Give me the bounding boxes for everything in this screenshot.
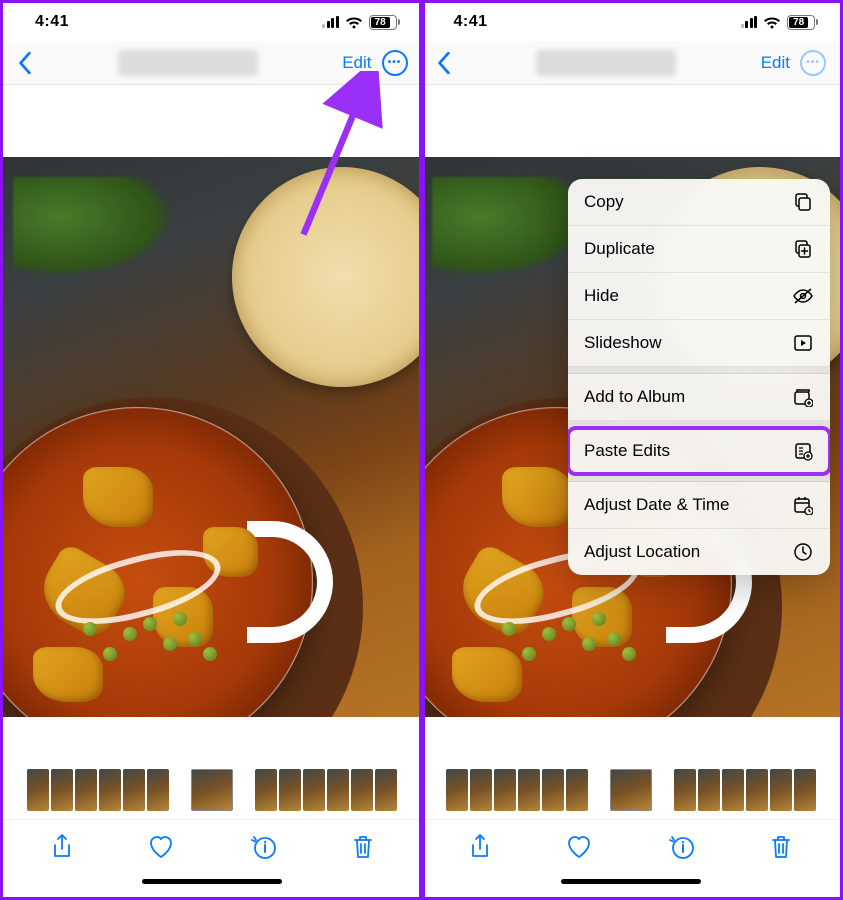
menu-label: Slideshow: [584, 333, 662, 353]
nav-bar: Edit •••: [3, 41, 422, 85]
location-icon: [792, 541, 814, 563]
photo-title-redacted: [118, 50, 258, 76]
right-screenshot: 4:41 78 Edit •••: [422, 3, 841, 897]
share-icon[interactable]: [50, 833, 74, 861]
bottom-toolbar: [3, 819, 422, 873]
photo-title-redacted: [536, 50, 676, 76]
wifi-icon: [763, 16, 781, 29]
duplicate-icon: [792, 238, 814, 260]
slideshow-icon: [792, 332, 814, 354]
panel-divider: [419, 3, 425, 897]
menu-item-add-to-album[interactable]: Add to Album: [568, 374, 830, 421]
back-button[interactable]: [17, 52, 33, 74]
menu-item-hide[interactable]: Hide: [568, 273, 830, 320]
status-bar: 4:41 78: [3, 3, 422, 41]
share-icon[interactable]: [468, 833, 492, 861]
home-indicator: [3, 873, 422, 897]
edit-button[interactable]: Edit: [342, 53, 371, 73]
menu-item-copy[interactable]: Copy: [568, 179, 830, 226]
menu-label: Hide: [584, 286, 619, 306]
copy-icon: [792, 191, 814, 213]
menu-item-adjust-location[interactable]: Adjust Location: [568, 529, 830, 575]
edit-button[interactable]: Edit: [761, 53, 790, 73]
menu-label: Adjust Date & Time: [584, 495, 730, 515]
status-time: 4:41: [35, 13, 322, 31]
menu-item-slideshow[interactable]: Slideshow: [568, 320, 830, 367]
more-button[interactable]: •••: [382, 50, 408, 76]
context-menu: Copy Duplicate Hide Slideshow Add t: [568, 179, 830, 575]
home-indicator: [422, 873, 841, 897]
thumbnail-strip[interactable]: [3, 761, 422, 819]
favorite-icon[interactable]: [565, 834, 593, 860]
calendar-icon: [792, 494, 814, 516]
photo-preview[interactable]: [3, 157, 422, 717]
info-icon[interactable]: [248, 833, 278, 861]
thumbnail-selected[interactable]: [610, 769, 652, 811]
favorite-icon[interactable]: [147, 834, 175, 860]
cellular-icon: [322, 16, 339, 28]
menu-item-paste-edits[interactable]: Paste Edits: [568, 428, 830, 475]
status-time: 4:41: [454, 13, 741, 31]
info-icon[interactable]: [666, 833, 696, 861]
thumbnail-selected[interactable]: [191, 769, 233, 811]
battery-icon: 78: [787, 15, 818, 30]
thumbnail-strip[interactable]: [422, 761, 841, 819]
bottom-toolbar: [422, 819, 841, 873]
menu-item-adjust-date[interactable]: Adjust Date & Time: [568, 482, 830, 529]
trash-icon[interactable]: [351, 833, 375, 861]
back-button[interactable]: [436, 52, 452, 74]
left-screenshot: 4:41 78 Edit •••: [3, 3, 422, 897]
more-button[interactable]: •••: [800, 50, 826, 76]
trash-icon[interactable]: [769, 833, 793, 861]
menu-label: Paste Edits: [584, 441, 670, 461]
status-bar: 4:41 78: [422, 3, 841, 41]
paste-edits-icon: [792, 440, 814, 462]
nav-bar: Edit •••: [422, 41, 841, 85]
menu-item-duplicate[interactable]: Duplicate: [568, 226, 830, 273]
menu-label: Duplicate: [584, 239, 655, 259]
wifi-icon: [345, 16, 363, 29]
menu-label: Copy: [584, 192, 624, 212]
battery-icon: 78: [369, 15, 400, 30]
hide-icon: [792, 285, 814, 307]
album-icon: [792, 386, 814, 408]
menu-label: Add to Album: [584, 387, 685, 407]
menu-label: Adjust Location: [584, 542, 700, 562]
cellular-icon: [741, 16, 758, 28]
